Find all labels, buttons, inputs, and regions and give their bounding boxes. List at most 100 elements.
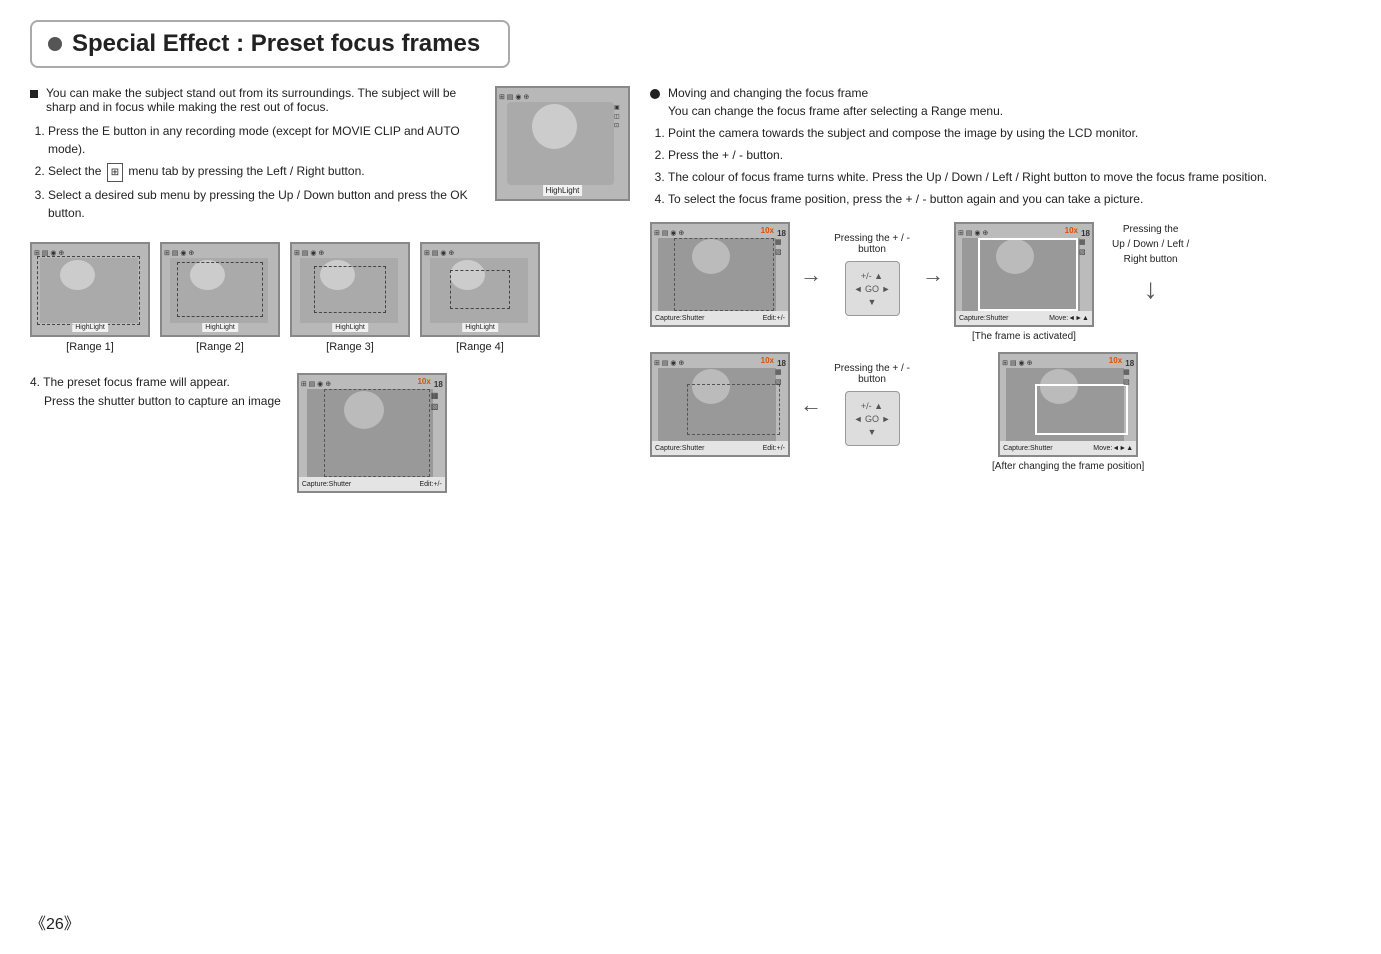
r1-label: HighLight — [72, 323, 108, 332]
seq-bottom-right: ⊞ ▤ ◉ ⊕ 18 10x ▦▧ Capture:Shutter Move:◄… — [992, 352, 1144, 472]
head — [532, 104, 577, 149]
s4-capture: Capture:Shutter — [302, 481, 351, 488]
range-4-screen: ⊞ ▤ ◉ ⊕ HighLight — [420, 242, 540, 337]
pressing-plus-text-2: Pressing the + / - button — [832, 363, 912, 385]
range-2-item: ⊞ ▤ ◉ ⊕ HighLight [Range 2] — [160, 242, 280, 353]
range-4-label: [Range 4] — [456, 341, 504, 353]
pressing-updown-text: Pressing theUp / Down / Left /Right butt… — [1112, 222, 1189, 267]
cam-btn-mid: ◄ GO ► — [854, 284, 891, 294]
page-title: Special Effect : Preset focus frames — [72, 30, 480, 58]
step4-line1: 4. The preset focus frame will appear. — [30, 375, 230, 389]
moving-desc: You can change the focus frame after sel… — [668, 104, 1351, 118]
range-3-screen: ⊞ ▤ ◉ ⊕ HighLight — [290, 242, 410, 337]
seq-screen-3: ⊞ ▤ ◉ ⊕ 18 10x ▦▧ Capture:Shutter Edit:+… — [650, 352, 790, 457]
step2-text: Select the ⊞ menu tab by pressing the Le… — [48, 164, 365, 178]
range-3-label: [Range 3] — [326, 341, 374, 353]
step3-text: Select a desired sub menu by pressing th… — [48, 188, 468, 220]
s4-edit: Edit:+/- — [419, 481, 441, 488]
seq2-move: Move:◄►▲ — [1049, 315, 1089, 322]
range-4-item: ⊞ ▤ ◉ ⊕ HighLight [Range 4] — [420, 242, 540, 353]
left-steps-list: Press the E button in any recording mode… — [48, 122, 479, 222]
menu-icon: ⊞ — [107, 163, 123, 182]
seq4-zoom: 10x — [1109, 356, 1122, 365]
s4-bottom: Capture:Shutter Edit:+/- — [299, 477, 445, 491]
range-2-label: [Range 2] — [196, 341, 244, 353]
arrow-left-icon: ← — [800, 392, 822, 418]
down-arrow-icon: ↓ — [1144, 273, 1158, 305]
left-step-1: Press the E button in any recording mode… — [48, 122, 479, 158]
arrow-right-2: → — [922, 222, 944, 327]
range-2-screen: ⊞ ▤ ◉ ⊕ HighLight — [160, 242, 280, 337]
s4-right-icons: ▦▧ — [431, 391, 443, 479]
screen-right-icons: ▣◫⊡ — [614, 104, 626, 187]
moving-title-row: Moving and changing the focus frame — [650, 86, 1351, 100]
highlight-label: HighLight — [543, 185, 583, 196]
range-3-item: ⊞ ▤ ◉ ⊕ HighLight [Range 3] — [290, 242, 410, 353]
right-step-2: Press the + / - button. — [668, 146, 1351, 164]
range-1-screen: ⊞ ▤ ◉ ⊕ HighLight — [30, 242, 150, 337]
seq3-edit: Edit:+/- — [763, 445, 785, 452]
seq1-right: ▦▧ — [775, 238, 787, 311]
s4-focus — [324, 389, 430, 477]
seq3-right: ▦▧ — [775, 368, 787, 441]
seq2-right: ▦▧ — [1079, 238, 1091, 311]
seq3-zoom: 10x — [761, 356, 774, 365]
pressing-label-2: Pressing the + / - button +/- ▲ ◄ GO ► ▼ — [832, 352, 912, 457]
bullet-square — [30, 90, 38, 98]
r3-label: HighLight — [332, 323, 368, 332]
page-number: 《26》 — [30, 910, 80, 934]
left-step-2: Select the ⊞ menu tab by pressing the Le… — [48, 162, 479, 182]
seq3-bottom: Capture:Shutter Edit:+/- — [652, 441, 788, 455]
right-column: Moving and changing the focus frame You … — [650, 86, 1351, 493]
cam-btn-bot: ▼ — [868, 297, 877, 307]
left-column: You can make the subject stand out from … — [30, 86, 630, 493]
seq1-edit: Edit:+/- — [763, 315, 785, 322]
seq3-dashed-moved — [687, 384, 780, 435]
zoom-num: 10x — [417, 377, 430, 386]
intro-bullet-text: You can make the subject stand out from … — [46, 86, 479, 114]
after-change-label: [After changing the frame position] — [992, 461, 1144, 472]
seq-screen-1: ⊞ ▤ ◉ ⊕ 18 10x ▦▧ Capture:Shutter Edit:+… — [650, 222, 790, 327]
cam-btn2-top: +/- ▲ — [861, 401, 883, 411]
arrow-right-icon: → — [800, 262, 822, 288]
seq3-capture: Capture:Shutter — [655, 445, 704, 452]
arrow-left-1: ← — [800, 352, 822, 457]
seq-top-left: ⊞ ▤ ◉ ⊕ 18 10x ▦▧ Capture:Shutter Edit:+… — [650, 222, 790, 327]
cam-btn-top: +/- ▲ — [861, 271, 883, 281]
pressing-updown-block: Pressing theUp / Down / Left /Right butt… — [1112, 222, 1189, 305]
main-layout: You can make the subject stand out from … — [30, 86, 1351, 493]
seq-screen-4: ⊞ ▤ ◉ ⊕ 18 10x ▦▧ Capture:Shutter Move:◄… — [998, 352, 1138, 457]
seq4-bottom: Capture:Shutter Move:◄►▲ — [1000, 441, 1136, 455]
pressing-label-1: Pressing the + / - button +/- ▲ ◄ GO ► ▼ — [832, 222, 912, 327]
seq1-zoom: 10x — [761, 226, 774, 235]
right-steps-list: Point the camera towards the subject and… — [668, 124, 1351, 208]
range-1-label: [Range 1] — [66, 341, 114, 353]
seq2-capture: Capture:Shutter — [959, 315, 1008, 322]
seq2-zoom: 10x — [1065, 226, 1078, 235]
r3-focus-box — [314, 266, 386, 313]
r4-label: HighLight — [462, 323, 498, 332]
step1-text: Press the E button in any recording mode… — [48, 124, 460, 156]
seq2-white-box — [978, 238, 1078, 311]
title-dot — [48, 37, 62, 51]
right-bullet-dot — [650, 89, 660, 99]
intro-text: You can make the subject stand out from … — [30, 86, 479, 226]
cam-btn2-bot: ▼ — [868, 427, 877, 437]
r4-focus-box — [450, 270, 510, 309]
cam-btn2-mid: ◄ GO ► — [854, 414, 891, 424]
range-1-item: ⊞ ▤ ◉ ⊕ HighLight [Range 1] — [30, 242, 150, 353]
right-step-4: To select the focus frame position, pres… — [668, 190, 1351, 208]
step4-block: 4. The preset focus frame will appear. P… — [30, 373, 630, 493]
seq4-capture: Capture:Shutter — [1003, 445, 1052, 452]
left-step-3: Select a desired sub menu by pressing th… — [48, 186, 479, 222]
intro-bullet-row: You can make the subject stand out from … — [30, 86, 479, 114]
r2-label: HighLight — [202, 323, 238, 332]
highlight-screen: ⊞ ▤ ◉ ⊕ ▣◫⊡ HighLight — [495, 86, 630, 201]
right-step-3: The colour of focus frame turns white. P… — [668, 168, 1351, 186]
ranges-row: ⊞ ▤ ◉ ⊕ HighLight [Range 1] ⊞ ▤ ◉ ⊕ High… — [30, 242, 630, 353]
right-step-1: Point the camera towards the subject and… — [668, 124, 1351, 142]
screen2-block: ⊞ ▤ ◉ ⊕ 18 10x ▦▧ Capture:Shutter — [954, 222, 1094, 342]
seq-screen-2: ⊞ ▤ ◉ ⊕ 18 10x ▦▧ Capture:Shutter — [954, 222, 1094, 327]
camera-button-mock-2: +/- ▲ ◄ GO ► ▼ — [845, 391, 900, 446]
arrow-right-icon-2: → — [922, 262, 944, 288]
